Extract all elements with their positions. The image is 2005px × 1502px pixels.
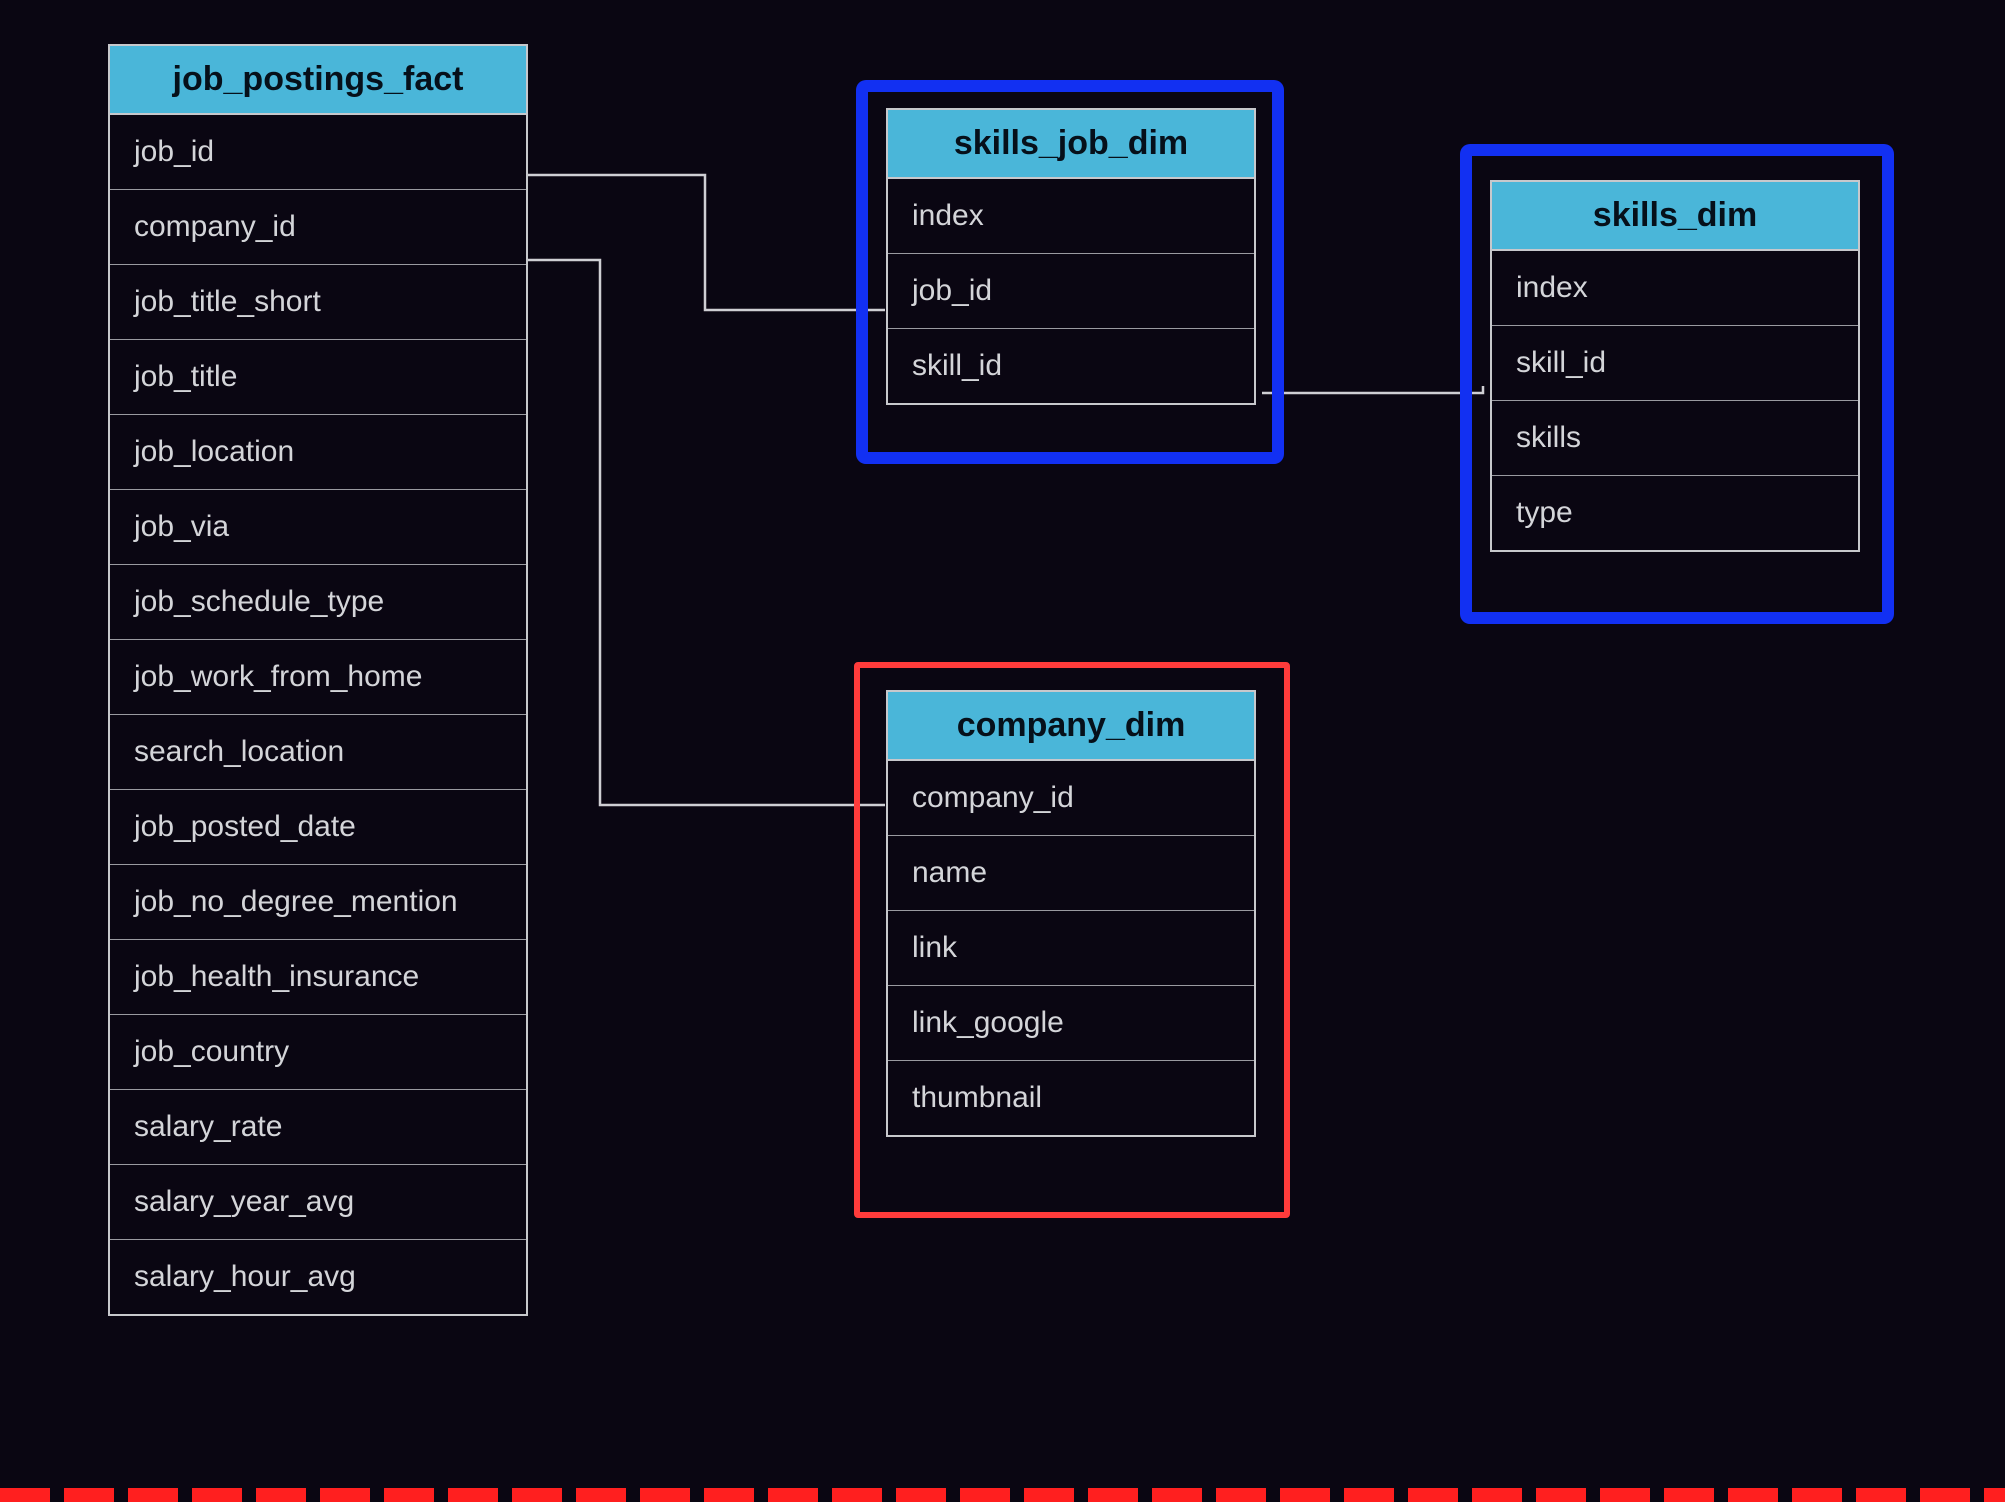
table-row: link bbox=[888, 911, 1254, 986]
table-row: skill_id bbox=[1492, 326, 1858, 401]
table-row: job_location bbox=[110, 415, 526, 490]
table-row: job_via bbox=[110, 490, 526, 565]
timeline-dashes bbox=[0, 1488, 2005, 1502]
table-row: job_id bbox=[888, 254, 1254, 329]
table-header: skills_job_dim bbox=[888, 110, 1254, 179]
table-row: type bbox=[1492, 476, 1858, 550]
table-row: job_no_degree_mention bbox=[110, 865, 526, 940]
table-row: search_location bbox=[110, 715, 526, 790]
table-company-dim[interactable]: company_dim company_id name link link_go… bbox=[886, 690, 1256, 1137]
table-skills-job-dim[interactable]: skills_job_dim index job_id skill_id bbox=[886, 108, 1256, 405]
table-row: job_title_short bbox=[110, 265, 526, 340]
table-header: company_dim bbox=[888, 692, 1254, 761]
table-skills-dim[interactable]: skills_dim index skill_id skills type bbox=[1490, 180, 1860, 552]
er-diagram-canvas: job_postings_fact job_id company_id job_… bbox=[0, 0, 2005, 1502]
table-row: company_id bbox=[888, 761, 1254, 836]
table-row: skill_id bbox=[888, 329, 1254, 403]
table-row: index bbox=[1492, 251, 1858, 326]
table-row: company_id bbox=[110, 190, 526, 265]
table-job-postings-fact[interactable]: job_postings_fact job_id company_id job_… bbox=[108, 44, 528, 1316]
table-row: job_work_from_home bbox=[110, 640, 526, 715]
table-row: skills bbox=[1492, 401, 1858, 476]
table-row: salary_year_avg bbox=[110, 1165, 526, 1240]
table-row: job_posted_date bbox=[110, 790, 526, 865]
table-row: job_health_insurance bbox=[110, 940, 526, 1015]
table-row: salary_hour_avg bbox=[110, 1240, 526, 1314]
table-row: job_country bbox=[110, 1015, 526, 1090]
table-row: job_schedule_type bbox=[110, 565, 526, 640]
table-row: job_id bbox=[110, 115, 526, 190]
table-row: index bbox=[888, 179, 1254, 254]
table-row: link_google bbox=[888, 986, 1254, 1061]
table-row: job_title bbox=[110, 340, 526, 415]
table-row: salary_rate bbox=[110, 1090, 526, 1165]
table-row: thumbnail bbox=[888, 1061, 1254, 1135]
table-header: skills_dim bbox=[1492, 182, 1858, 251]
table-header: job_postings_fact bbox=[110, 46, 526, 115]
table-row: name bbox=[888, 836, 1254, 911]
